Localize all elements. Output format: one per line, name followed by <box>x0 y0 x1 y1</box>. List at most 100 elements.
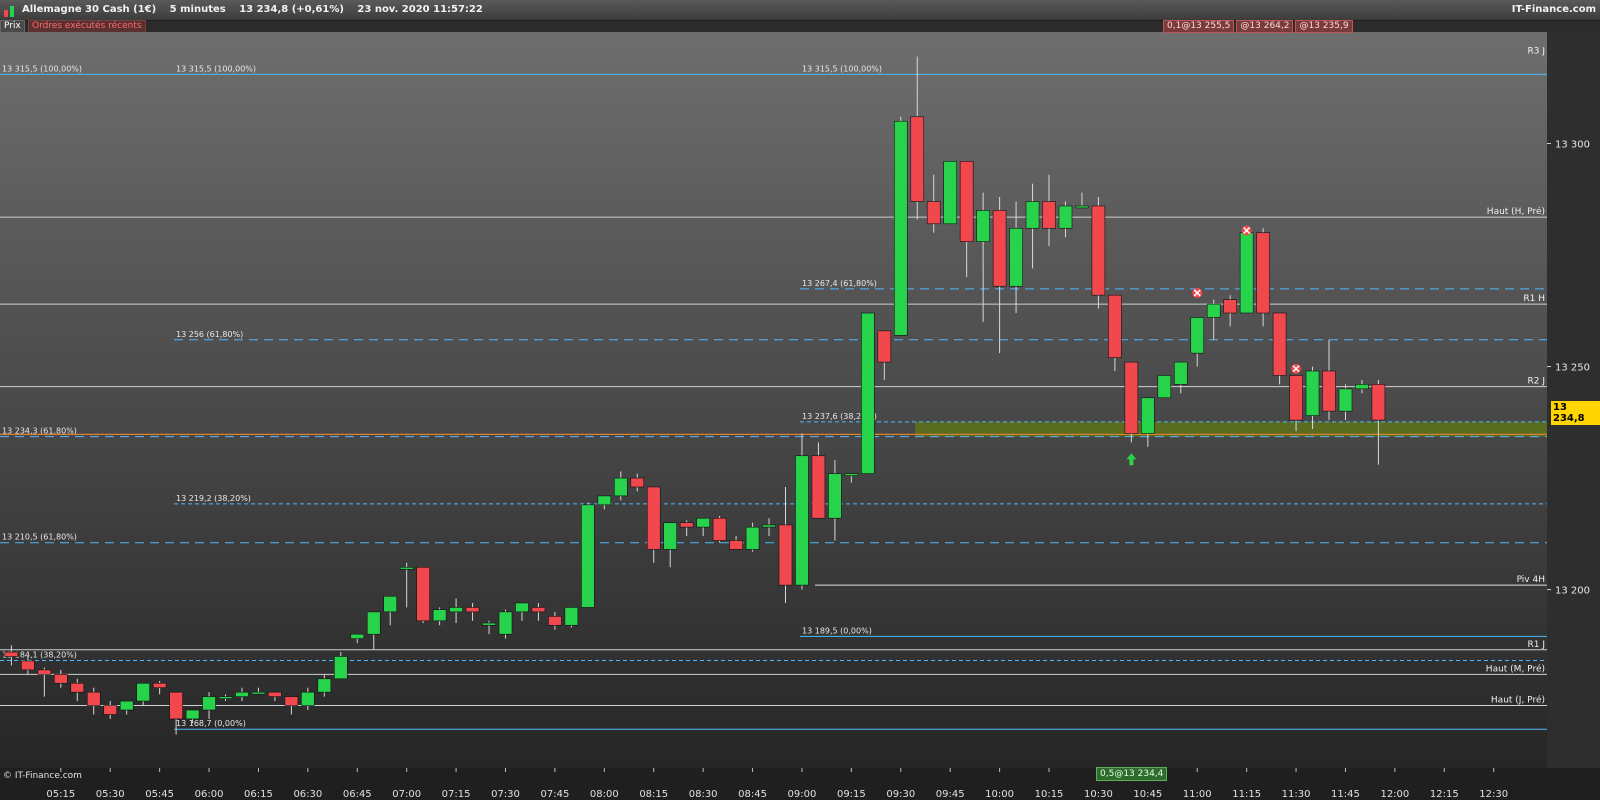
x-tick-label: 06:00 <box>195 789 224 800</box>
candle-body <box>383 595 398 613</box>
candle-body <box>119 700 134 711</box>
datetime-label: 23 nov. 2020 11:57:22 <box>357 4 483 15</box>
position-tag[interactable]: 0,5@13 234,4 <box>1096 767 1168 781</box>
level-label: 13 256 (61,80%) <box>176 330 243 339</box>
candle-body <box>795 455 809 586</box>
candle-body <box>498 611 513 635</box>
candle-body <box>893 120 908 336</box>
candle-body <box>696 517 710 528</box>
candle-body <box>136 682 150 702</box>
candle-body <box>432 609 447 622</box>
candle-body <box>449 607 463 613</box>
candle-body <box>317 678 332 693</box>
candle-body <box>926 201 941 225</box>
y-tick-label: 13 300 <box>1555 140 1590 151</box>
candle-body <box>4 651 19 657</box>
level-label: 13 315,5 (100,00%) <box>2 64 82 73</box>
level-name-label: Piv 4H <box>1517 575 1545 585</box>
candle-body <box>1108 294 1122 358</box>
x-tick-label: 06:15 <box>244 789 273 800</box>
candle-body <box>1075 205 1089 209</box>
level-label: 13 315,5 (100,00%) <box>176 64 256 73</box>
chart-type-icon <box>4 5 16 17</box>
brand-label[interactable]: IT-Finance.com <box>1512 4 1596 15</box>
level-name-label: Haut (M, Pré) <box>1486 663 1545 674</box>
candle-body <box>54 674 68 684</box>
candle-body <box>1239 232 1254 314</box>
level-label: 13 219,2 (38,20%) <box>176 494 251 503</box>
candle-body <box>564 607 579 626</box>
x-tick-label: 09:00 <box>788 789 817 800</box>
candle-body <box>646 486 661 550</box>
candle-body <box>877 330 892 363</box>
order-tag[interactable]: 0,1@13 255,5 <box>1163 20 1235 33</box>
candle-body <box>1305 370 1320 416</box>
candle-body <box>811 455 826 519</box>
candle-body <box>712 517 727 541</box>
x-tick-label: 10:00 <box>985 789 1014 800</box>
candle-body <box>482 622 496 626</box>
x-tick-label: 11:30 <box>1282 789 1311 800</box>
x-tick-label: 05:30 <box>96 789 125 800</box>
candle-body <box>301 691 315 706</box>
candle-body <box>663 522 678 550</box>
sell-marker-icon <box>1291 363 1302 374</box>
candle-body <box>284 696 299 706</box>
title-bar: Allemagne 30 Cash (1€) 5 minutes 13 234,… <box>0 0 1600 21</box>
candle-body <box>86 691 101 706</box>
candle-body <box>37 669 52 675</box>
candle-body <box>778 524 793 586</box>
price-chart[interactable]: 13 315,5 (100,00%) 13 315,5 (100,00%) 13 3… <box>0 32 1600 800</box>
candle-body <box>910 116 925 202</box>
tab-bar: Prix Ordres exécutés récents <box>0 20 146 33</box>
candle-body <box>1338 388 1353 412</box>
level-label: 13 168,7 (0,00%) <box>176 719 246 728</box>
candle-body <box>1124 361 1139 434</box>
candle-body <box>416 566 430 622</box>
candle-body <box>597 495 612 506</box>
candle-body <box>1223 299 1237 314</box>
candle-body <box>70 682 85 693</box>
candle-body <box>235 691 249 697</box>
level-label: 13 315,5 (100,00%) <box>802 64 882 73</box>
x-tick-label: 11:00 <box>1183 789 1212 800</box>
candle-body <box>268 691 282 697</box>
candle-body <box>465 607 480 613</box>
y-tick-label: 13 250 <box>1555 363 1590 374</box>
candle-body <box>333 656 348 680</box>
x-tick-label: 07:15 <box>442 789 471 800</box>
candle-body <box>1190 317 1205 354</box>
x-tick-label: 07:45 <box>540 789 569 800</box>
candle-body <box>515 602 529 613</box>
x-tick-label: 12:30 <box>1479 789 1508 800</box>
order-tag[interactable]: @13 264,2 <box>1236 20 1294 33</box>
x-tick-label: 07:00 <box>392 789 421 800</box>
instrument-name: Allemagne 30 Cash (1€) <box>22 4 157 15</box>
quote-label: 13 234,8 (+0,61%) <box>239 4 344 15</box>
candle-body <box>992 210 1007 287</box>
sell-marker-icon <box>1192 287 1203 298</box>
candle-body <box>152 682 167 689</box>
candle-body <box>1009 227 1023 287</box>
candle-body <box>943 161 957 225</box>
level-label: 13 189,5 (0,00%) <box>802 626 872 635</box>
candle-body <box>729 540 743 550</box>
x-tick-label: 07:30 <box>491 789 520 800</box>
level-name-label: R2 J <box>1528 377 1546 387</box>
candle-body <box>861 312 875 474</box>
level-label: 13 210,5 (61,80%) <box>2 533 77 542</box>
candle-body <box>679 522 694 528</box>
x-tick-label: 06:45 <box>343 789 372 800</box>
candle-body <box>531 607 546 613</box>
candle-body <box>350 633 365 639</box>
interval-label[interactable]: 5 minutes <box>170 4 226 15</box>
candle-body <box>1371 384 1386 421</box>
x-tick-label: 11:45 <box>1331 789 1360 800</box>
candle-body <box>21 660 35 671</box>
candle-body <box>1058 205 1073 229</box>
candle-body <box>745 526 760 550</box>
order-tag[interactable]: @13 235,9 <box>1295 20 1353 33</box>
sell-marker-icon <box>1241 225 1252 236</box>
x-tick-label: 12:00 <box>1380 789 1409 800</box>
candle-body <box>976 210 990 242</box>
